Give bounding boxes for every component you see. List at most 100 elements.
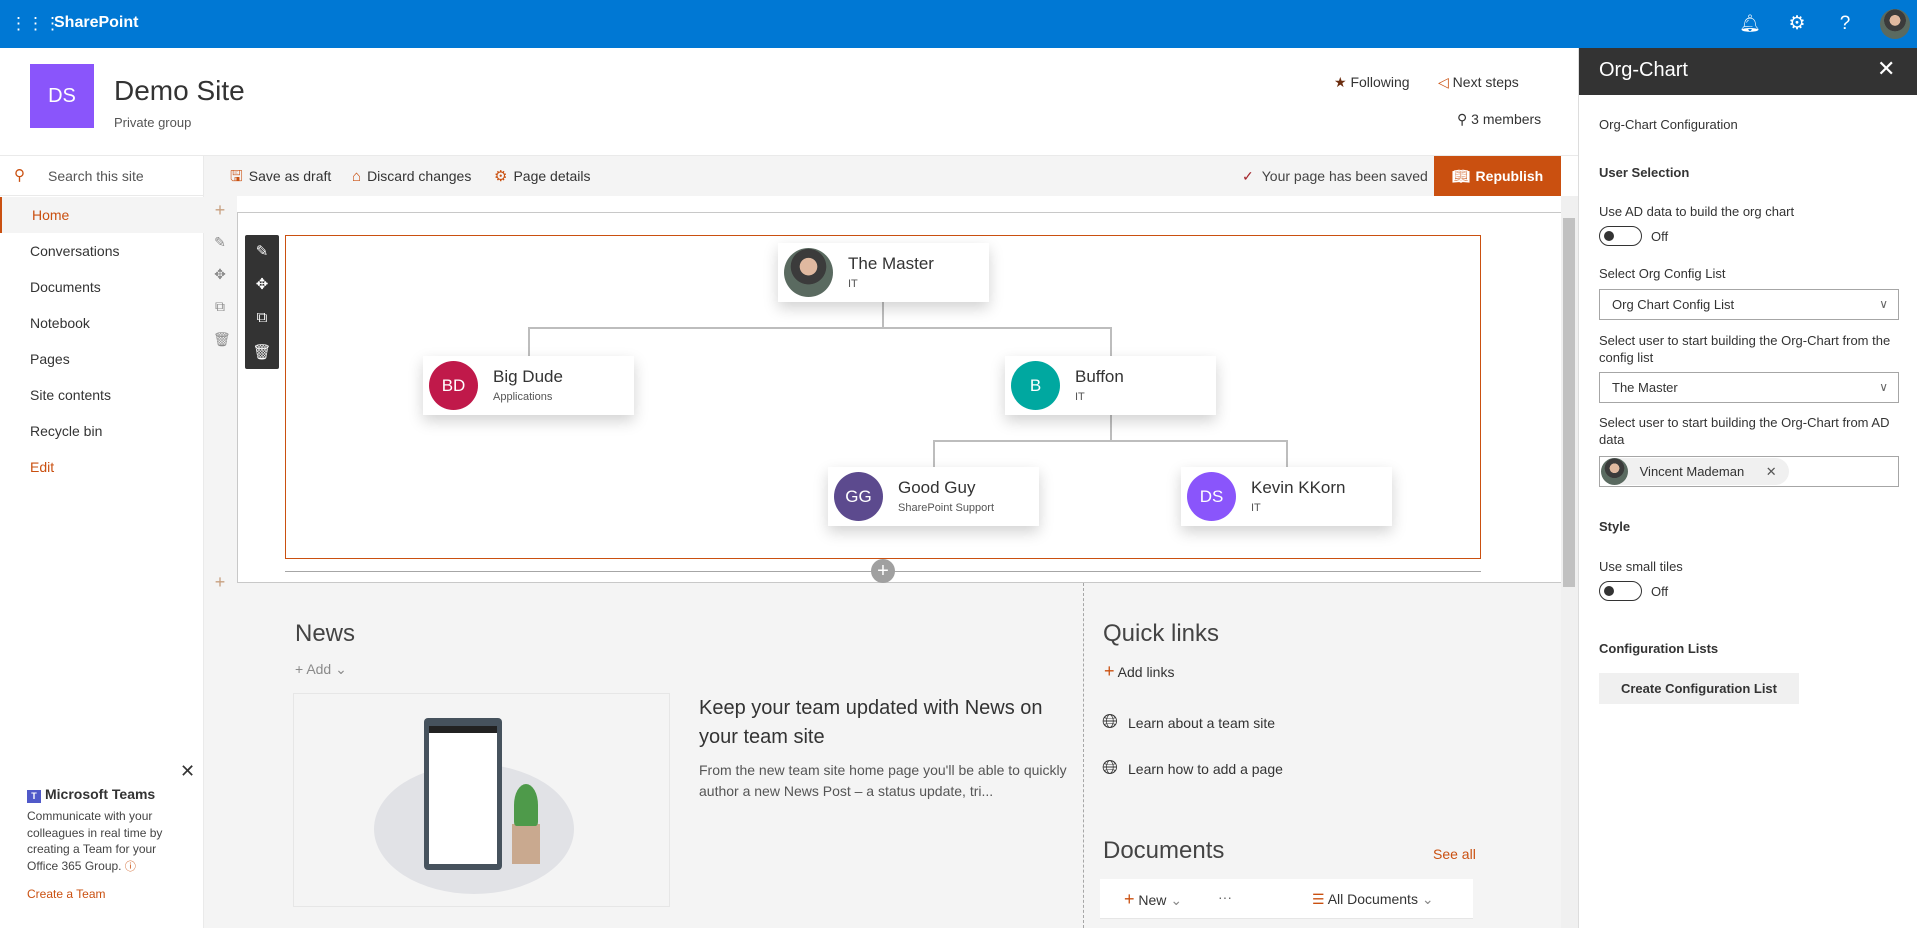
discard-button[interactable]: ⌂ Discard changes (352, 156, 471, 196)
search-icon: ⚲ (14, 167, 25, 184)
column-divider (1083, 583, 1084, 928)
page-details-button[interactable]: ⚙ Page details (494, 156, 591, 196)
org-card[interactable]: B Buffon IT (1005, 356, 1216, 415)
teams-icon: T (27, 790, 41, 803)
teams-title: T Microsoft Teams (27, 786, 155, 803)
save-draft-button[interactable]: 🖫︎ Save as draft (230, 156, 331, 196)
avatar[interactable] (1880, 9, 1910, 39)
create-configuration-list-button[interactable]: Create Configuration List (1599, 673, 1799, 704)
avatar (1601, 458, 1628, 485)
waffle-icon[interactable]: ⋮⋮⋮ (10, 12, 61, 36)
teams-line: colleagues in real time by (27, 825, 163, 840)
news-headline[interactable]: Keep your team updated with News on your… (699, 694, 1069, 752)
small-tiles-toggle[interactable] (1599, 581, 1642, 601)
nav-item-notebook[interactable]: Notebook (0, 305, 204, 341)
person-name: The Master (848, 254, 934, 273)
save-draft-label: Save as draft (248, 168, 332, 184)
help-icon[interactable]: ? (1833, 12, 1857, 36)
discard-icon: ⌂ (352, 168, 362, 185)
view-selector[interactable]: ☰ All Documents ⌄ (1312, 891, 1434, 908)
start-user-dropdown[interactable]: The Master ∨ (1599, 372, 1899, 403)
gear-icon[interactable]: ⚙ (1785, 12, 1809, 36)
edit-section-icon[interactable]: ✎ (213, 234, 227, 251)
nav-item-home[interactable]: Home (0, 197, 204, 233)
next-steps-button[interactable]: ◁ Next steps (1438, 74, 1519, 91)
delete-section-icon[interactable]: 🗑︎ (213, 331, 231, 348)
delete-webpart-icon[interactable]: 🗑︎ (245, 343, 279, 361)
republish-button[interactable]: 📖︎ Republish (1434, 156, 1561, 196)
connector (528, 327, 1112, 329)
org-card[interactable]: BD Big Dude Applications (423, 356, 634, 415)
move-section-icon[interactable]: ✥ (213, 266, 227, 283)
news-add-button[interactable]: + Add ⌄ (295, 661, 347, 678)
quick-link[interactable]: 🌐︎ Learn about a team site (1102, 711, 1275, 734)
nav-item-site-contents[interactable]: Site contents (0, 377, 204, 413)
next-steps-label: Next steps (1452, 74, 1519, 90)
teams-description: Communicate with your colleagues in real… (27, 808, 162, 875)
search-input[interactable]: Search this site (48, 168, 144, 184)
use-ad-label: Use AD data to build the org chart (1599, 204, 1795, 219)
config-list-dropdown[interactable]: Org Chart Config List ∨ (1599, 289, 1899, 320)
save-status-text: Your page has been saved (1261, 168, 1428, 184)
create-team-link[interactable]: Create a Team (27, 887, 106, 901)
remove-icon[interactable]: ✕ (1766, 464, 1777, 479)
megaphone-icon: ◁ (1438, 74, 1449, 90)
duplicate-section-icon[interactable]: ⧉ (213, 298, 227, 315)
members-button[interactable]: ⚲ 3 members (1457, 111, 1541, 128)
site-logo[interactable]: DS (30, 64, 94, 128)
nav-item-edit[interactable]: Edit (0, 449, 204, 485)
org-card[interactable]: GG Good Guy SharePoint Support (828, 467, 1039, 526)
connector (882, 302, 884, 328)
site-title[interactable]: Demo Site (114, 75, 245, 107)
close-icon[interactable]: ✕ (180, 761, 195, 782)
see-all-link[interactable]: See all (1433, 846, 1476, 862)
use-ad-toggle[interactable] (1599, 226, 1642, 246)
scrollbar[interactable] (1561, 196, 1578, 928)
quick-link[interactable]: 🌐︎ Learn how to add a page (1102, 757, 1283, 780)
plant-pot-icon (512, 824, 540, 864)
list-icon: ☰ (1312, 891, 1325, 907)
org-card[interactable]: The Master IT (778, 243, 989, 302)
close-icon[interactable]: ✕ (1877, 56, 1895, 82)
bell-icon[interactable]: 🔔︎ (1738, 12, 1762, 36)
add-section-icon[interactable]: + (213, 200, 227, 221)
save-status: ✓ Your page has been saved (1242, 156, 1428, 196)
scrollbar-thumb[interactable] (1563, 218, 1575, 587)
news-body: From the new team site home page you'll … (699, 762, 1067, 799)
news-title: News (295, 620, 356, 647)
star-icon: ★ (1334, 74, 1347, 90)
move-webpart-icon[interactable]: ✥ (245, 275, 279, 293)
site-header: DS Demo Site Private group ★ Following ◁… (0, 48, 1578, 156)
suite-bar: ⋮⋮⋮ SharePoint 🔔︎ ⚙ ? (0, 0, 1917, 48)
following-label: Following (1350, 74, 1410, 90)
nav-item-pages[interactable]: Pages (0, 341, 204, 377)
duplicate-webpart-icon[interactable]: ⧉ (245, 309, 279, 326)
info-icon[interactable]: ⓘ (125, 861, 136, 873)
save-icon: 🖫︎ (230, 168, 243, 185)
add-links-button[interactable]: + Add links (1104, 661, 1174, 682)
add-webpart-icon[interactable]: + (871, 559, 895, 583)
add-section-bottom-icon[interactable]: + (213, 572, 227, 593)
book-icon: 📖︎ (1451, 168, 1470, 184)
nav-item-conversations[interactable]: Conversations (0, 233, 204, 269)
edit-webpart-icon[interactable]: ✎ (245, 242, 279, 260)
connector (1110, 327, 1112, 356)
nav-item-documents[interactable]: Documents (0, 269, 204, 305)
site-subtitle: Private group (114, 115, 192, 130)
nav-item-recycle-bin[interactable]: Recycle bin (0, 413, 204, 449)
discard-label: Discard changes (367, 168, 472, 184)
following-button[interactable]: ★ Following (1334, 74, 1410, 91)
person-department: SharePoint Support (898, 502, 995, 514)
group-style: Style (1599, 519, 1631, 534)
documents-toolbar: + New ⌄ ··· ☰ All Documents ⌄ (1100, 879, 1473, 919)
app-name[interactable]: SharePoint (54, 14, 138, 32)
teams-line: creating a Team for your (27, 842, 157, 856)
more-icon[interactable]: ··· (1218, 889, 1232, 905)
new-button[interactable]: + New ⌄ (1124, 889, 1182, 910)
plus-icon: + (1124, 889, 1135, 909)
connector (1286, 440, 1288, 467)
connector (933, 440, 1288, 442)
search-box[interactable]: ⚲ Search this site (0, 156, 204, 196)
ad-user-picker[interactable]: Vincent Mademan ✕ (1599, 456, 1899, 487)
org-card[interactable]: DS Kevin KKorn IT (1181, 467, 1392, 526)
